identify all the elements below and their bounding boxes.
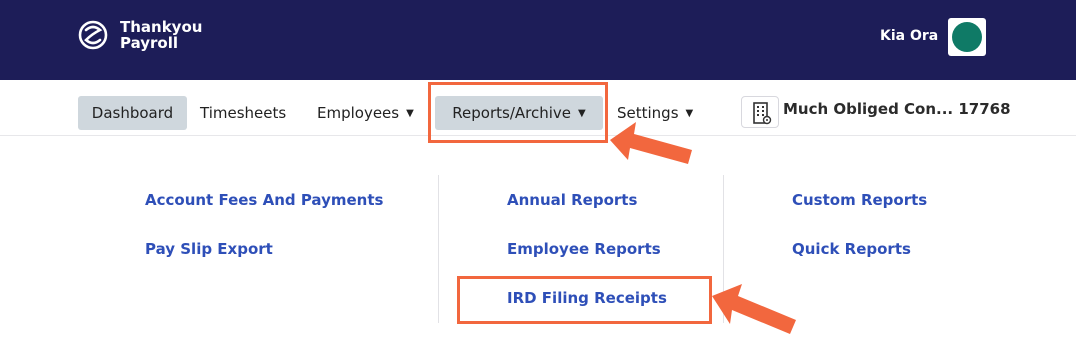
nav-timesheets[interactable]: Timesheets — [200, 96, 286, 130]
menu-annual-reports[interactable]: Annual Reports — [507, 191, 637, 209]
top-header: Thankyou Payroll Kia Ora — [0, 0, 1076, 80]
logo-line-1: Thankyou — [120, 18, 203, 36]
logo-icon — [78, 20, 108, 50]
caret-down-icon: ▼ — [406, 108, 414, 119]
menu-divider — [438, 175, 439, 323]
arrow-pointer-icon — [712, 284, 796, 334]
nav-dashboard[interactable]: Dashboard — [78, 96, 187, 130]
avatar[interactable] — [948, 18, 986, 56]
greeting-text: Kia Ora — [880, 28, 939, 44]
app-logo[interactable]: Thankyou Payroll — [78, 18, 202, 52]
company-selector[interactable]: Much Obliged Con... 17768 — [783, 100, 1011, 118]
menu-pay-slip-export[interactable]: Pay Slip Export — [145, 240, 273, 258]
nav-employees[interactable]: Employees ▼ — [317, 96, 414, 130]
logo-text: Thankyou Payroll — [120, 19, 202, 51]
menu-custom-reports[interactable]: Custom Reports — [792, 191, 927, 209]
building-icon[interactable] — [741, 96, 779, 128]
menu-account-fees[interactable]: Account Fees And Payments — [145, 191, 383, 209]
avatar-circle — [952, 22, 982, 52]
highlight-ird-box — [457, 276, 712, 324]
arrow-pointer-icon — [610, 122, 692, 164]
nav-employees-label: Employees — [317, 104, 400, 122]
logo-line-2: Payroll — [120, 34, 179, 52]
menu-quick-reports[interactable]: Quick Reports — [792, 240, 911, 258]
highlight-reports-box — [428, 82, 608, 143]
menu-employee-reports[interactable]: Employee Reports — [507, 240, 661, 258]
